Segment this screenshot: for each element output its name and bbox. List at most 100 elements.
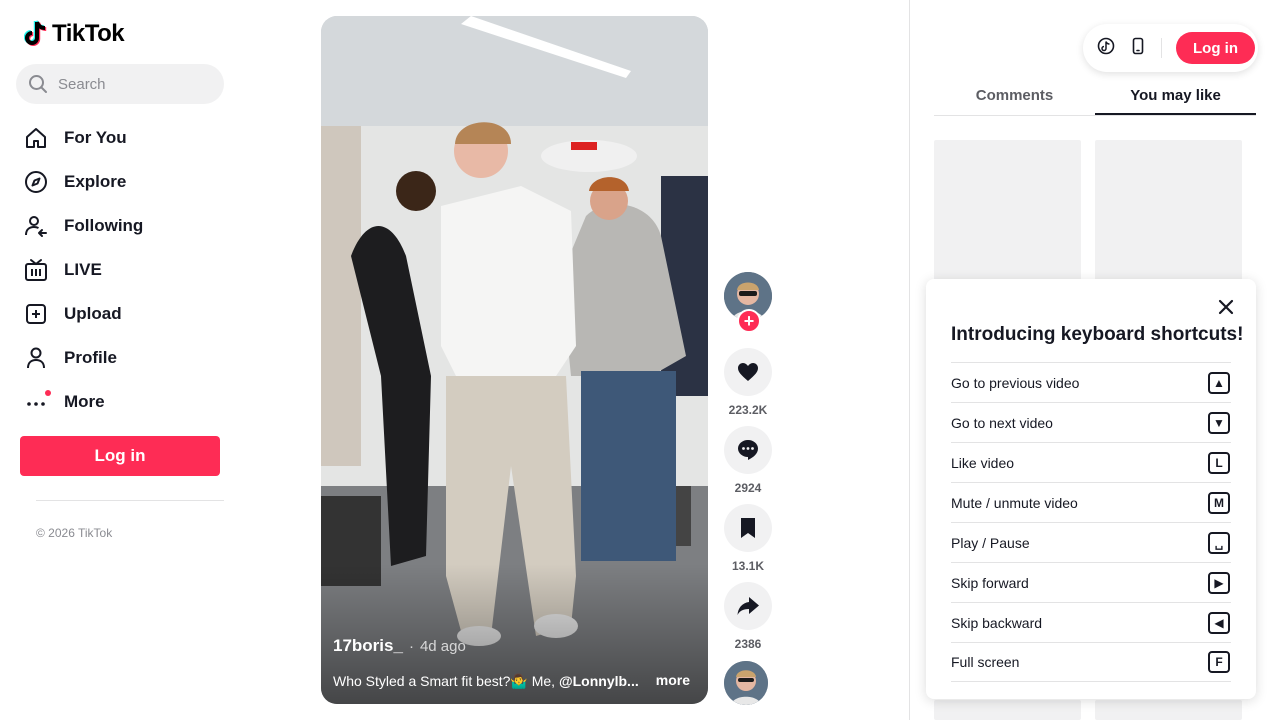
sidebar: TikTok For You Explore Following (0, 0, 240, 720)
shortcut-label: Full screen (951, 654, 1020, 670)
space-key-icon: ␣ (1208, 531, 1230, 554)
shortcut-row: Mute / unmute video M (951, 482, 1231, 522)
like-action: 223.2K (724, 348, 772, 417)
bookmark-icon (741, 518, 755, 538)
upload-plus-icon (24, 302, 48, 326)
suggested-video-thumbnail[interactable] (1095, 700, 1242, 720)
like-button[interactable] (724, 348, 772, 396)
shortcut-row: Play / Pause ␣ (951, 522, 1231, 562)
tiktok-note-icon (24, 20, 47, 46)
sidebar-item-label: For You (64, 128, 127, 147)
video-author-line: 17boris_ · 4d ago (333, 636, 466, 656)
top-action-bar: Log in (1083, 24, 1258, 72)
like-count: 223.2K (728, 403, 768, 417)
search-input[interactable] (58, 75, 208, 93)
suggested-video-thumbnail[interactable] (1095, 140, 1242, 285)
following-icon (24, 214, 48, 238)
home-icon (24, 126, 48, 150)
save-count: 13.1K (731, 559, 765, 573)
sidebar-item-for-you[interactable]: For You (24, 116, 143, 160)
logo-wordmark: TikTok (52, 20, 125, 47)
sidebar-item-explore[interactable]: Explore (24, 160, 143, 204)
music-disc-avatar[interactable] (724, 661, 768, 705)
comment-bubble-icon (738, 440, 758, 460)
mobile-device-icon[interactable] (1129, 37, 1147, 60)
shortcut-row: Full screen F (951, 642, 1231, 682)
share-count: 2386 (734, 637, 762, 651)
comment-count: 2924 (734, 481, 762, 495)
video-actions: + 223.2K 2924 13.1K 2386 (724, 272, 772, 705)
share-action: 2386 (724, 582, 772, 651)
close-icon[interactable] (1214, 295, 1238, 319)
m-key-icon: M (1208, 491, 1230, 514)
heart-icon (738, 363, 758, 381)
panel-tabs: Comments You may like (934, 80, 1256, 116)
topbar-divider (1161, 38, 1162, 58)
sidebar-item-label: Following (64, 216, 144, 235)
tab-you-may-like[interactable]: You may like (1095, 80, 1256, 115)
save-action: 13.1K (724, 504, 772, 573)
arrow-down-key-icon: ▼ (1208, 411, 1230, 434)
author-separator: · (408, 638, 414, 655)
keyboard-shortcuts-panel: Introducing keyboard shortcuts! Go to pr… (926, 279, 1256, 699)
sidebar-item-profile[interactable]: Profile (24, 336, 143, 380)
sidebar-item-label: More (64, 392, 105, 411)
shortcut-row: Skip forward ▶ (951, 562, 1231, 602)
shortcut-label: Go to previous video (951, 374, 1080, 391)
video-player[interactable]: 17boris_ · 4d ago Who Styled a Smart fit… (321, 16, 708, 704)
shortcut-row: Go to next video ▼ (951, 402, 1231, 442)
sidebar-item-label: Profile (64, 348, 117, 367)
compass-icon (24, 170, 48, 194)
search-icon (29, 75, 47, 93)
share-button[interactable] (724, 582, 772, 630)
profile-icon (24, 346, 48, 370)
follow-button[interactable]: + (737, 309, 761, 333)
shortcuts-list: Go to previous video ▲ Go to next video ▼ … (951, 362, 1231, 682)
shortcut-label: Play / Pause (951, 534, 1030, 551)
notification-dot (45, 390, 51, 396)
shortcut-label: Go to next video (951, 414, 1053, 431)
sidebar-item-live[interactable]: LIVE (24, 248, 143, 292)
copyright-text: © 2026 TikTok (36, 526, 113, 540)
arrow-up-key-icon: ▲ (1208, 371, 1230, 394)
suggested-video-thumbnail[interactable] (934, 700, 1081, 720)
l-key-icon: L (1208, 451, 1230, 474)
caption-text: Who Styled a Smart fit best?🤷‍♂️ Me, (333, 673, 559, 689)
sidebar-item-label: Upload (64, 304, 122, 323)
tab-comments[interactable]: Comments (934, 80, 1095, 115)
shortcut-row: Skip backward ◀ (951, 602, 1231, 642)
sidebar-item-more[interactable]: More (24, 380, 143, 424)
video-caption: Who Styled a Smart fit best?🤷‍♂️ Me, @Lo… (333, 673, 653, 690)
f-key-icon: F (1208, 651, 1230, 673)
sidebar-item-following[interactable]: Following (24, 204, 143, 248)
share-arrow-icon (737, 597, 759, 615)
search-bar[interactable] (16, 64, 224, 104)
shortcut-label: Mute / unmute video (951, 494, 1078, 511)
tiktok-logo[interactable]: TikTok (24, 20, 125, 48)
sidebar-item-upload[interactable]: Upload (24, 292, 143, 336)
sidebar-login-button[interactable]: Log in (20, 436, 220, 476)
arrow-left-key-icon: ◀ (1208, 611, 1230, 634)
suggested-video-thumbnail[interactable] (934, 140, 1081, 285)
comment-action: 2924 (724, 426, 772, 495)
more-dots-icon (24, 390, 51, 414)
tiktok-coin-icon[interactable] (1097, 37, 1115, 60)
save-button[interactable] (724, 504, 772, 552)
caption-more-button[interactable]: more (656, 672, 690, 688)
shortcut-row: Go to previous video ▲ (951, 362, 1231, 402)
author-username[interactable]: 17boris_ (333, 636, 403, 656)
shortcuts-title: Introducing keyboard shortcuts! (951, 324, 1244, 345)
shortcut-label: Skip backward (951, 614, 1043, 631)
shortcut-label: Like video (951, 454, 1015, 471)
sidebar-item-label: Explore (64, 172, 127, 191)
sidebar-divider (36, 500, 224, 501)
shortcut-label: Skip forward (951, 574, 1029, 591)
post-time: 4d ago (419, 638, 466, 655)
topbar-login-button[interactable]: Log in (1176, 32, 1255, 64)
arrow-right-key-icon: ▶ (1208, 571, 1230, 594)
live-tv-icon (24, 258, 48, 282)
comment-button[interactable] (724, 426, 772, 474)
sidebar-nav: For You Explore Following LIVE Upload Pr… (24, 116, 143, 424)
caption-mention[interactable]: @Lonnylb... (559, 673, 639, 689)
sidebar-item-label: LIVE (64, 260, 102, 279)
